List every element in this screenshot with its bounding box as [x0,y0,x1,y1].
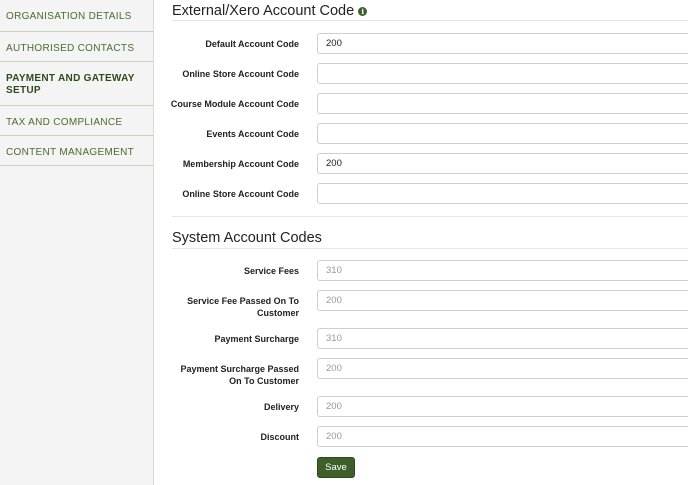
external-section-title: External/Xero Account Code i [172,3,368,19]
service-fees-label: Service Fees [243,266,299,276]
external-title-text: External/Xero Account Code [172,3,355,19]
membership-account-code-input[interactable] [317,153,688,174]
online-store-account-code-label: Online Store Account Code [182,69,299,79]
divider [172,20,688,21]
payment-surcharge-passed-on-label: Payment Surcharge Passed On To Customer [180,364,299,386]
membership-account-code-label: Membership Account Code [182,159,299,169]
service-fee-passed-on-input[interactable] [317,290,688,311]
save-button[interactable]: Save [317,457,355,478]
course-module-account-code-label: Course Module Account Code [170,99,299,109]
online-store-account-code-2-input[interactable] [317,183,688,204]
discount-input[interactable] [317,426,688,447]
settings-sidebar: ORGANISATION DETAILS AUTHORISED CONTACTS… [0,0,154,485]
events-account-code-label: Events Account Code [206,129,299,139]
system-section-title: System Account Codes [172,230,322,246]
online-store-account-code-input[interactable] [317,63,688,84]
course-module-account-code-input[interactable] [317,93,688,114]
sidebar-item-tax-compliance[interactable]: TAX AND COMPLIANCE [0,106,153,136]
payment-surcharge-passed-on-input[interactable] [317,358,688,379]
sidebar-item-organisation-details[interactable]: ORGANISATION DETAILS [0,0,153,32]
discount-label: Discount [260,432,299,442]
sidebar-item-content-management[interactable]: CONTENT MANAGEMENT [0,136,153,166]
events-account-code-input[interactable] [317,123,688,144]
sidebar-item-payment-gateway-setup[interactable]: PAYMENT AND GATEWAY SETUP [0,62,153,106]
default-account-code-label: Default Account Code [205,39,299,49]
divider [172,216,688,217]
service-fee-passed-on-label: Service Fee Passed On To Customer [187,296,299,318]
delivery-label: Delivery [263,402,299,412]
online-store-account-code-2-label: Online Store Account Code [182,189,299,199]
sidebar-item-authorised-contacts[interactable]: AUTHORISED CONTACTS [0,32,153,62]
payment-surcharge-label: Payment Surcharge [214,334,299,344]
info-icon[interactable]: i [358,7,368,16]
divider [172,248,688,249]
payment-surcharge-input[interactable] [317,328,688,349]
delivery-input[interactable] [317,396,688,417]
default-account-code-input[interactable] [317,33,688,54]
service-fees-input[interactable] [317,260,688,281]
main-content: External/Xero Account Code i Default Acco… [170,0,688,485]
